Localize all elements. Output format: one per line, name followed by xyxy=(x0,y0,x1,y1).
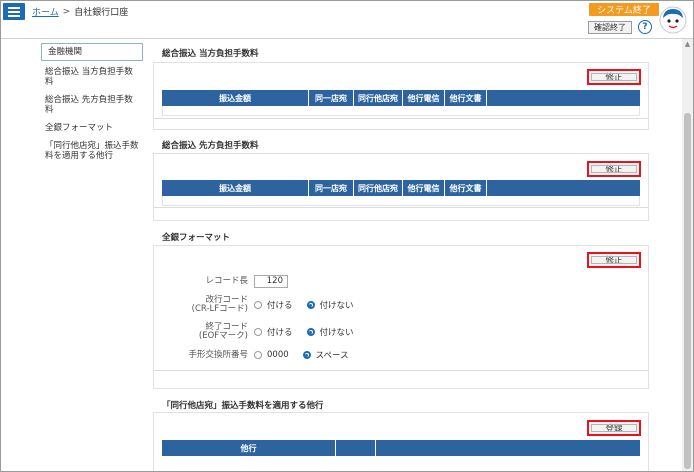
end-code-radio-none[interactable]: 付けない xyxy=(306,326,354,338)
end-code-label: 終了コード (EOFマーク) xyxy=(154,323,254,341)
radio-label: 0000 xyxy=(267,350,289,360)
confirm-end-button[interactable]: 確認終了 xyxy=(588,21,632,34)
card-divider xyxy=(154,370,648,371)
nav-item-fee-own-burden[interactable]: 総合振込 当方負担手数料 xyxy=(41,64,143,90)
breadcrumb-separator: > xyxy=(62,6,71,17)
column-header: 同一店宛 xyxy=(309,180,354,196)
end-code-row: 終了コード (EOFマーク) 付ける 付けない xyxy=(154,323,650,341)
edit-button-fee-payee[interactable]: 修正 xyxy=(587,161,641,177)
column-header: 他行文書 xyxy=(445,90,487,106)
card-divider xyxy=(154,118,648,119)
column-header: 同行他店宛 xyxy=(354,90,403,106)
edit-button-fee-own[interactable]: 修正 xyxy=(587,69,641,85)
section-title-fee-payee: 総合振込 先方負担手数料 xyxy=(162,141,259,151)
fee-own-table-header: 振込金額 同一店宛 同行他店宛 他行電信 他行文書 xyxy=(162,90,640,106)
clearing-house-radio-0000[interactable]: 0000 xyxy=(254,350,289,360)
breadcrumb: ホーム > 自社銀行口座 xyxy=(32,5,129,19)
column-header-blank xyxy=(487,90,640,106)
card-divider xyxy=(154,207,648,208)
section-title-fee-own: 総合振込 当方負担手数料 xyxy=(162,49,259,59)
radio-label: スペース xyxy=(315,351,349,361)
assistant-character-icon[interactable] xyxy=(658,5,688,35)
line-feed-label-sub: (CR-LFコード) xyxy=(191,304,248,314)
radio-selected-icon xyxy=(306,301,315,309)
column-header-blank xyxy=(336,440,376,456)
column-header: 他行 xyxy=(162,440,336,456)
clearing-house-label: 手形交換所番号 xyxy=(188,349,248,360)
record-length-input[interactable]: 120 xyxy=(254,275,288,288)
zengin-format-card: 修正 レコード長 120 改行コード (CR-LFコード) 付ける 付けない 終… xyxy=(153,245,649,389)
column-header: 他行電信 xyxy=(403,180,445,196)
column-header: 他行文書 xyxy=(445,180,487,196)
fee-own-card: 修正 振込金額 同一店宛 同行他店宛 他行電信 他行文書 xyxy=(153,62,649,130)
line-feed-radio-none[interactable]: 付けない xyxy=(306,299,354,311)
radio-label: 付けない xyxy=(319,301,354,311)
table-row xyxy=(162,196,640,206)
radio-unselected-icon xyxy=(254,301,262,309)
end-code-label-sub: (EOFマーク) xyxy=(198,331,248,341)
left-nav: 金融機関 総合振込 当方負担手数料 総合振込 先方負担手数料 全銀フォーマット … xyxy=(41,43,143,164)
radio-unselected-icon xyxy=(254,328,262,336)
scrollbar-thumb[interactable] xyxy=(684,113,691,469)
line-feed-row: 改行コード (CR-LFコード) 付ける 付けない xyxy=(154,296,650,314)
radio-selected-icon xyxy=(306,328,315,336)
section-title-zengin: 全銀フォーマット xyxy=(162,233,231,243)
end-code-radio-attach[interactable]: 付ける xyxy=(254,326,293,338)
column-header: 他行電信 xyxy=(403,90,445,106)
column-header: 同行他店宛 xyxy=(354,180,403,196)
table-row xyxy=(162,106,640,116)
clearing-house-radio-space[interactable]: スペース xyxy=(302,349,349,361)
hamburger-menu-icon[interactable] xyxy=(3,3,25,20)
record-length-row: レコード長 120 xyxy=(154,275,650,288)
nav-item-financial-institution[interactable]: 金融機関 xyxy=(41,43,143,61)
line-feed-radio-attach[interactable]: 付ける xyxy=(254,299,293,311)
fee-payee-table-header: 振込金額 同一店宛 同行他店宛 他行電信 他行文書 xyxy=(162,180,640,196)
system-end-button[interactable]: システム終了 xyxy=(589,3,659,16)
register-button-other-banks[interactable]: 登録 xyxy=(587,420,641,436)
nav-item-fee-payee-burden[interactable]: 総合振込 先方負担手数料 xyxy=(41,92,143,118)
line-feed-label: 改行コード (CR-LFコード) xyxy=(154,296,254,314)
other-banks-table-header: 他行 xyxy=(162,440,640,456)
fee-payee-card: 修正 振込金額 同一店宛 同行他店宛 他行電信 他行文書 xyxy=(153,153,649,221)
radio-unselected-icon xyxy=(254,351,262,359)
record-length-label: レコード長 xyxy=(205,276,248,286)
column-header: 同一店宛 xyxy=(309,90,354,106)
column-header: 振込金額 xyxy=(162,180,309,196)
column-header: 振込金額 xyxy=(162,90,309,106)
radio-label: 付けない xyxy=(319,328,354,338)
scroll-up-arrow-icon[interactable]: ▲ xyxy=(682,39,693,49)
breadcrumb-home-link[interactable]: ホーム xyxy=(32,5,59,18)
section-title-other-banks: 「同行他店宛」振込手数料を適用する他行 xyxy=(162,401,324,411)
other-banks-card: 登録 他行 xyxy=(153,412,649,471)
clearing-house-row: 手形交換所番号 0000 スペース xyxy=(154,349,650,361)
column-header-blank xyxy=(487,180,640,196)
nav-item-zengin-format[interactable]: 全銀フォーマット xyxy=(41,120,143,136)
radio-selected-icon xyxy=(302,351,311,359)
edit-button-zengin[interactable]: 修正 xyxy=(587,252,641,268)
radio-label: 付ける xyxy=(267,328,293,338)
breadcrumb-current-page: 自社銀行口座 xyxy=(74,8,129,18)
help-icon[interactable]: ? xyxy=(638,20,652,34)
column-header-blank xyxy=(376,440,640,456)
top-bar: ホーム > 自社銀行口座 システム終了 確認終了 ? xyxy=(1,1,693,39)
radio-label: 付ける xyxy=(267,301,293,311)
nav-item-other-banks[interactable]: 「同行他店宛」振込手数料を適用する他行 xyxy=(41,138,143,164)
app-window: ホーム > 自社銀行口座 システム終了 確認終了 ? ▲ 金融機関 総合振込 当… xyxy=(0,0,694,472)
